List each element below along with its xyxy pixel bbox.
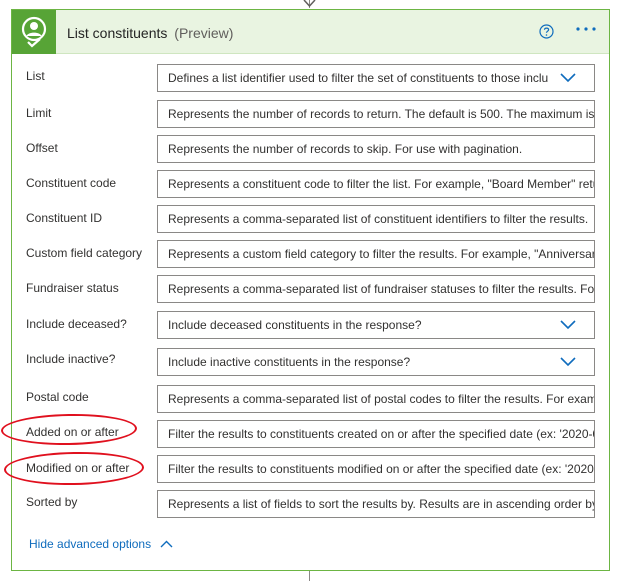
added-on-or-after-input[interactable]: Filter the results to constituents creat… [158, 421, 594, 447]
more-horizontal-icon[interactable] [575, 26, 597, 32]
chevron-up-icon[interactable] [160, 540, 173, 548]
fundraiser-status-input[interactable]: Represents a comma-separated list of fun… [158, 276, 594, 302]
offset-input[interactable]: Represents the number of records to skip… [158, 136, 594, 162]
action-card: List constituents (Preview) List Defines… [11, 9, 610, 571]
card-title: List constituents (Preview) [67, 25, 233, 41]
include-deceased-dropdown[interactable]: Include deceased constituents in the res… [157, 311, 595, 339]
constituent-id-field[interactable]: Represents a comma-separated list of con… [157, 205, 595, 233]
field-label-constituent-code: Constituent code [26, 176, 117, 190]
field-label-list: List [26, 69, 45, 83]
flow-connector-bottom [309, 571, 310, 581]
field-label-custom-field-category: Custom field category [26, 246, 143, 260]
field-label-constituent-id: Constituent ID [26, 211, 103, 225]
added-on-or-after-field[interactable]: Filter the results to constituents creat… [157, 420, 595, 448]
constituent-code-input[interactable]: Represents a constituent code to filter … [158, 171, 594, 197]
modified-on-or-after-input[interactable]: Filter the results to constituents modif… [158, 456, 594, 482]
field-label-include-deceased: Include deceased? [26, 317, 127, 331]
constituent-id-input[interactable]: Represents a comma-separated list of con… [158, 206, 594, 232]
include-inactive-value[interactable]: Include inactive constituents in the res… [158, 349, 548, 375]
field-label-fundraiser-status: Fundraiser status [26, 281, 119, 295]
chevron-down-icon[interactable] [560, 320, 576, 330]
question-circle-icon[interactable] [539, 24, 554, 39]
include-deceased-value[interactable]: Include deceased constituents in the res… [158, 312, 548, 338]
field-label-postal-code: Postal code [26, 390, 89, 404]
custom-field-category-field[interactable]: Represents a custom field category to fi… [157, 240, 595, 268]
list-dropdown-value[interactable]: Defines a list identifier used to filter… [158, 65, 548, 91]
modified-on-or-after-field[interactable]: Filter the results to constituents modif… [157, 455, 595, 483]
constituent-check-icon [12, 10, 56, 54]
constituent-code-field[interactable]: Represents a constituent code to filter … [157, 170, 595, 198]
card-title-text: List constituents [67, 25, 168, 41]
card-header[interactable]: List constituents (Preview) [12, 10, 609, 54]
limit-input[interactable]: Represents the number of records to retu… [158, 101, 594, 127]
sorted-by-field[interactable]: Represents a list of fields to sort the … [157, 490, 595, 518]
postal-code-input[interactable]: Represents a comma-separated list of pos… [158, 386, 594, 412]
field-label-added-on-or-after: Added on or after [26, 425, 119, 439]
offset-field[interactable]: Represents the number of records to skip… [157, 135, 595, 163]
field-label-modified-on-or-after: Modified on or after [26, 461, 130, 475]
chevron-down-icon[interactable] [560, 73, 576, 83]
include-inactive-dropdown[interactable]: Include inactive constituents in the res… [157, 348, 595, 376]
chevron-down-icon[interactable] [560, 357, 576, 367]
preview-tag: (Preview) [174, 25, 234, 41]
field-label-limit: Limit [26, 106, 52, 120]
sorted-by-input[interactable]: Represents a list of fields to sort the … [158, 491, 594, 517]
flow-arrow-icon [303, 0, 316, 8]
hide-advanced-options-link[interactable]: Hide advanced options [29, 537, 151, 551]
postal-code-field[interactable]: Represents a comma-separated list of pos… [157, 385, 595, 413]
limit-field[interactable]: Represents the number of records to retu… [157, 100, 595, 128]
fundraiser-status-field[interactable]: Represents a comma-separated list of fun… [157, 275, 595, 303]
field-label-include-inactive: Include inactive? [26, 352, 116, 366]
field-label-sorted-by: Sorted by [26, 495, 78, 509]
custom-field-category-input[interactable]: Represents a custom field category to fi… [158, 241, 594, 267]
list-dropdown[interactable]: Defines a list identifier used to filter… [157, 64, 595, 92]
field-label-offset: Offset [26, 141, 58, 155]
